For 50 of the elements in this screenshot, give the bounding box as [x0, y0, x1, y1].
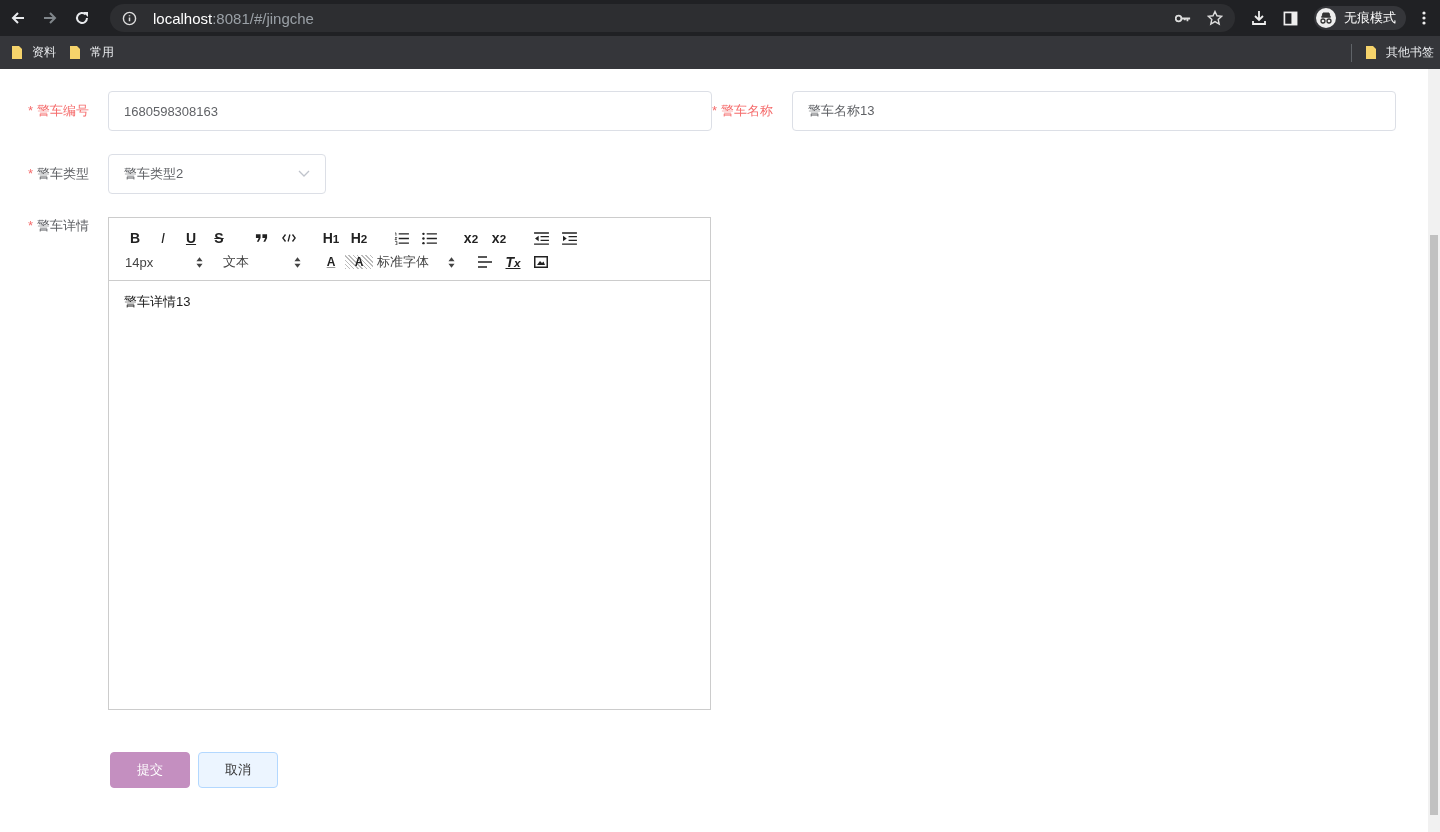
- incognito-icon: [1316, 8, 1336, 28]
- bookmark[interactable]: 其他书签: [1366, 44, 1434, 61]
- quote-icon[interactable]: [254, 233, 268, 243]
- bookmark[interactable]: 常用: [70, 44, 114, 61]
- star-icon[interactable]: [1207, 10, 1223, 26]
- reload-icon[interactable]: [74, 10, 90, 26]
- toolbar-select[interactable]: 文本: [219, 253, 317, 271]
- toolbar-button[interactable]: A: [317, 255, 345, 269]
- toolbar-button[interactable]: B: [121, 230, 149, 246]
- toolbar-select[interactable]: 14px: [121, 254, 219, 270]
- side-panel-icon[interactable]: [1283, 10, 1298, 26]
- bookmark[interactable]: 资料: [12, 44, 56, 61]
- align-left-icon[interactable]: [478, 256, 492, 268]
- field-label: * 警车编号: [28, 102, 91, 120]
- address-bar[interactable]: localhost:8081/#/jingche: [110, 4, 1235, 32]
- key-icon[interactable]: [1175, 12, 1191, 24]
- folder-icon: [12, 46, 22, 59]
- forward-icon[interactable]: [42, 10, 58, 26]
- field-label: * 警车详情: [28, 217, 91, 235]
- image-icon[interactable]: [534, 256, 548, 268]
- input-field[interactable]: 1680598308163: [108, 91, 712, 131]
- folder-icon: [1366, 46, 1376, 59]
- indent-icon[interactable]: [561, 231, 577, 245]
- bullet-list-icon[interactable]: [421, 231, 437, 245]
- input-field[interactable]: 警车名称13: [792, 91, 1396, 131]
- editor-text: 警车详情13: [124, 294, 191, 309]
- up-down-arrows-icon: [448, 256, 455, 268]
- scrollbar-thumb[interactable]: [1430, 235, 1438, 815]
- info-icon[interactable]: [122, 10, 137, 26]
- outdent-icon[interactable]: [533, 231, 549, 245]
- download-icon[interactable]: [1251, 10, 1267, 26]
- menu-icon[interactable]: [1422, 10, 1426, 26]
- chevron-down-icon: [298, 170, 310, 178]
- numbered-list-icon[interactable]: [393, 231, 409, 245]
- toolbar-button[interactable]: U: [177, 230, 205, 246]
- field-label: * 警车名称: [712, 102, 775, 120]
- toolbar-button[interactable]: I: [149, 230, 177, 246]
- profile-button[interactable]: 无痕模式: [1314, 6, 1406, 30]
- cancel-button[interactable]: 取消: [198, 752, 278, 788]
- code-icon[interactable]: [282, 233, 296, 243]
- folder-icon: [70, 46, 80, 59]
- up-down-arrows-icon: [294, 256, 301, 268]
- toolbar-button[interactable]: S: [205, 230, 233, 246]
- back-icon[interactable]: [10, 10, 26, 26]
- editor-content[interactable]: 警车详情13: [109, 281, 710, 709]
- toolbar-button[interactable]: A: [345, 255, 373, 269]
- toolbar-select[interactable]: 标准字体: [373, 253, 471, 271]
- field-label: * 警车类型: [28, 165, 91, 183]
- select-field[interactable]: 警车类型2: [108, 154, 326, 194]
- up-down-arrows-icon: [196, 256, 203, 268]
